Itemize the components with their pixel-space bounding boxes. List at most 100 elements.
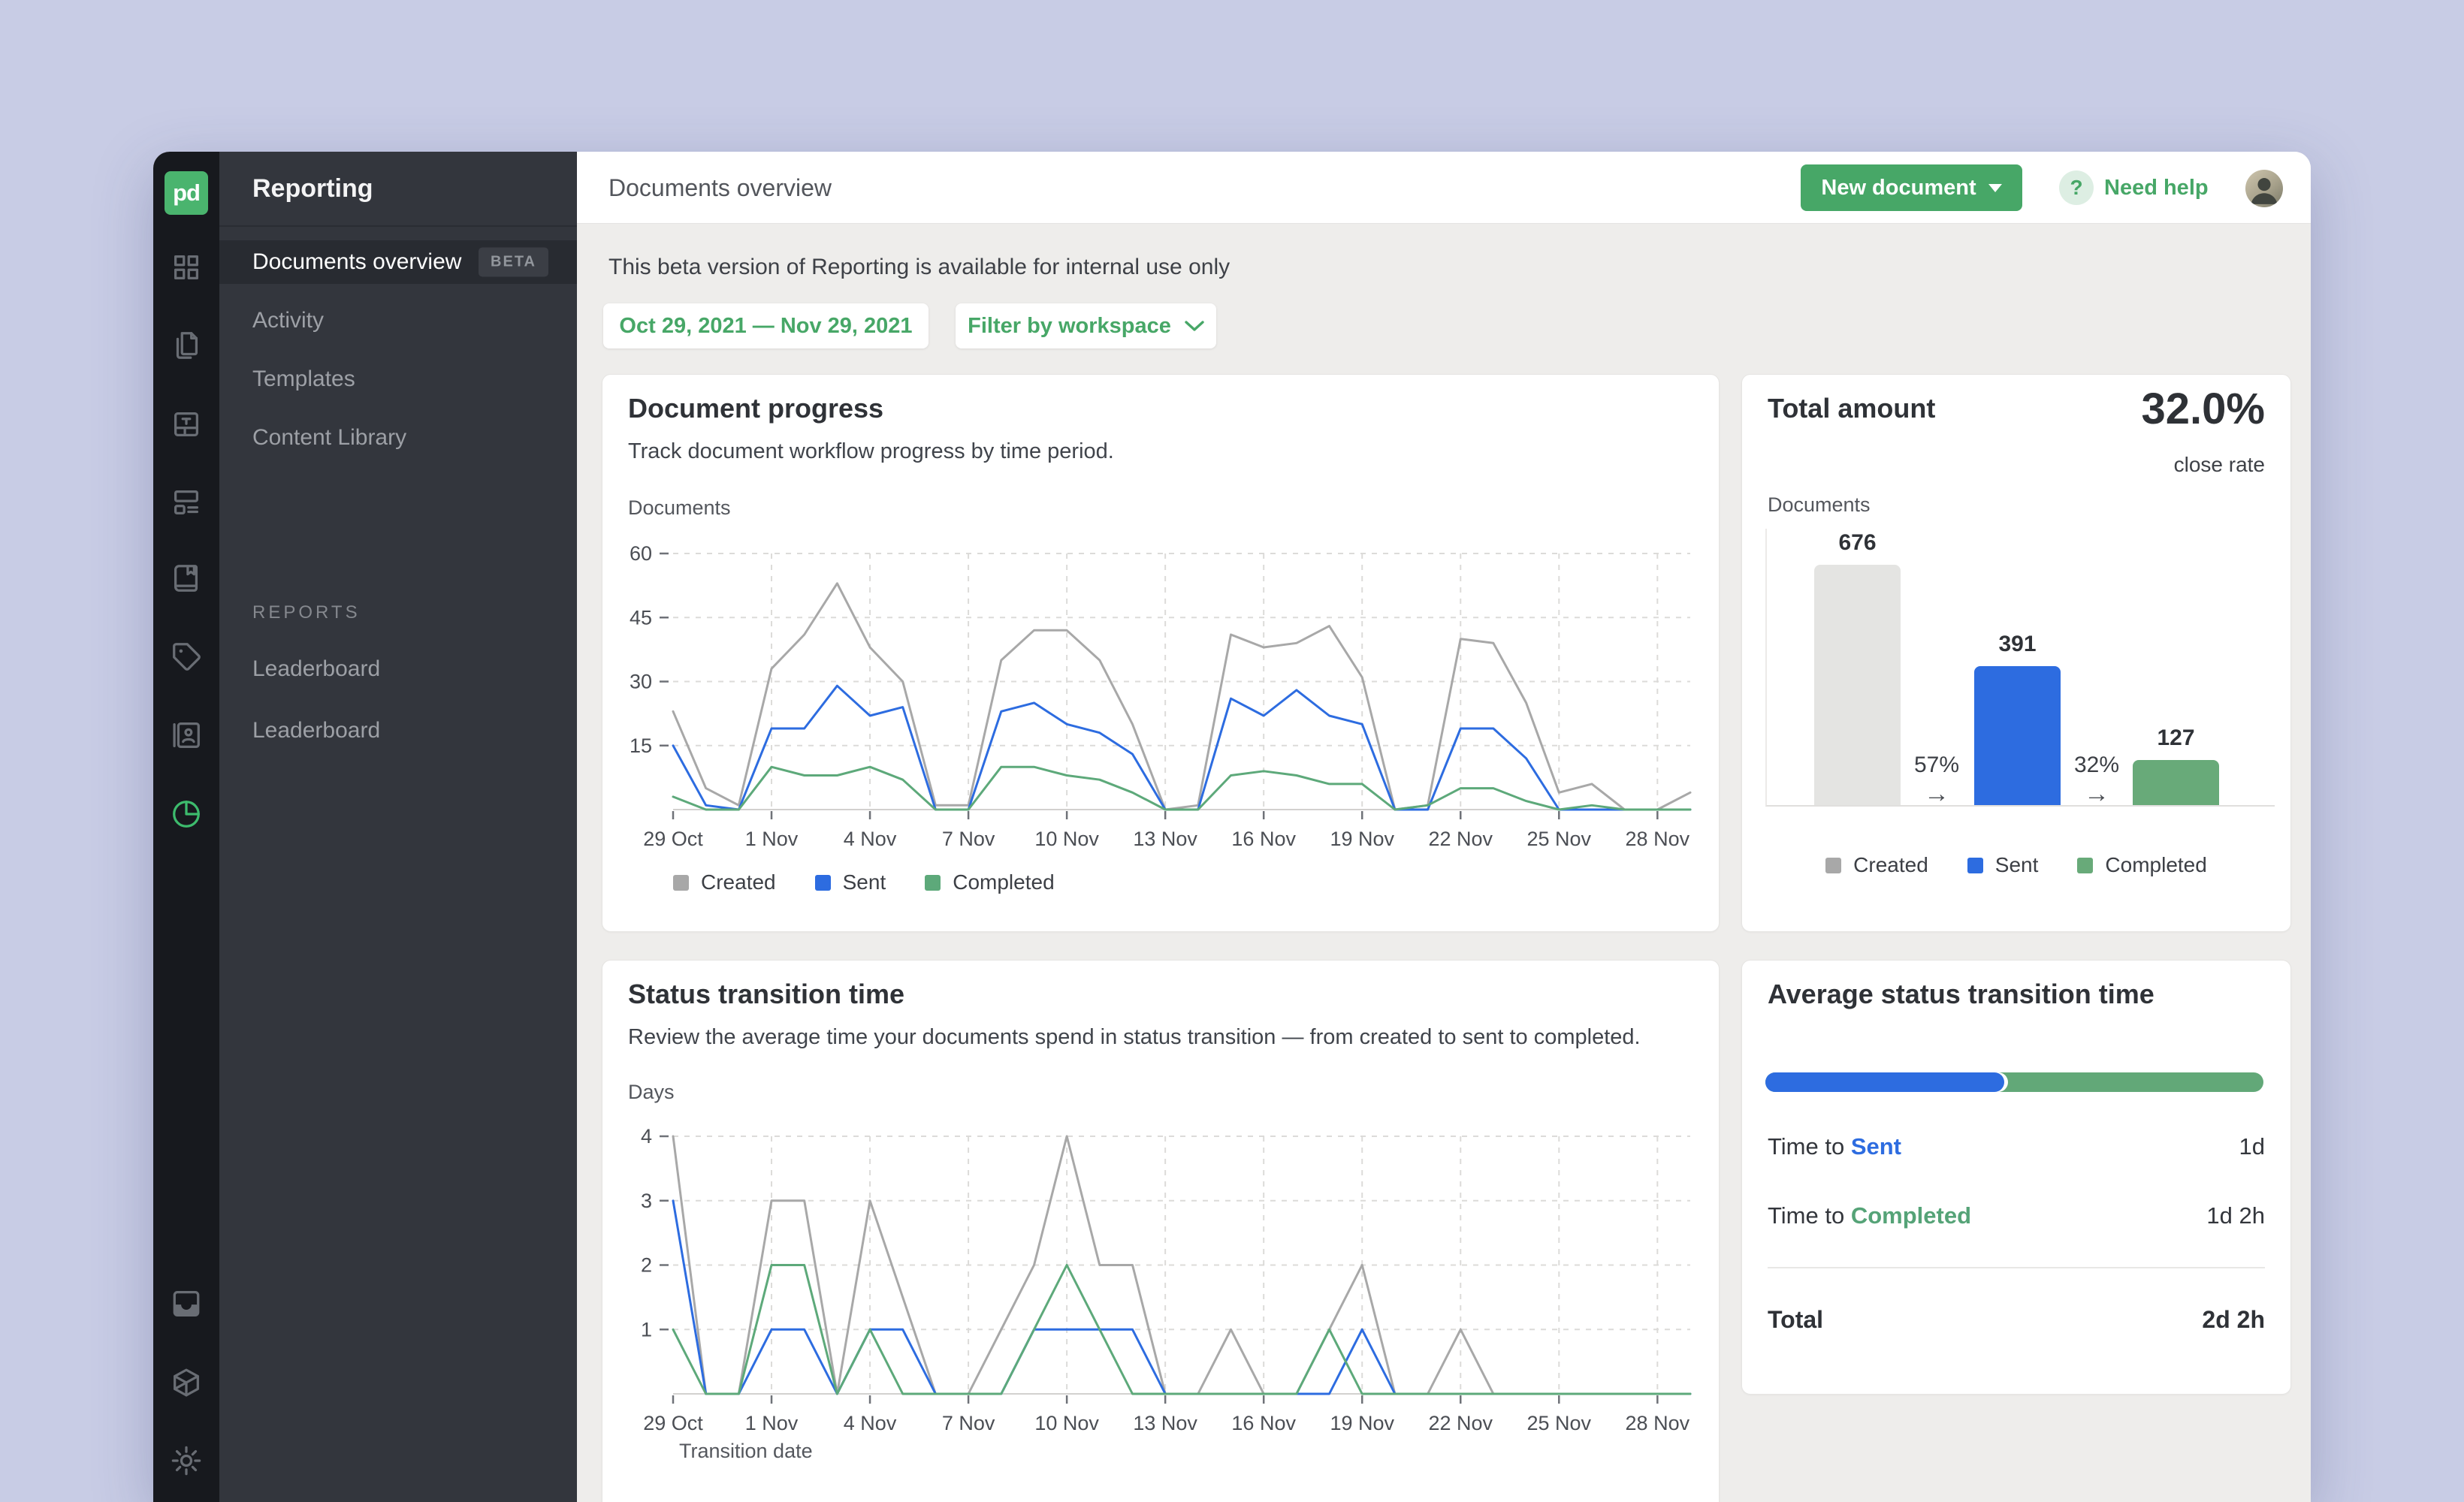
legend-label: Sent (1995, 853, 2039, 877)
legend-label: Created (1853, 853, 1928, 877)
transition-progress-bar (1765, 1072, 2263, 1092)
svg-text:19 Nov: 19 Nov (1330, 1412, 1394, 1434)
page-header: Documents overview New document ? Need h… (577, 152, 2311, 224)
status-transition-card: Status transition time Review the averag… (602, 960, 1720, 1502)
svg-text:25 Nov: 25 Nov (1527, 828, 1592, 850)
svg-text:16 Nov: 16 Nov (1231, 828, 1296, 850)
date-range-label: Oct 29, 2021 — Nov 29, 2021 (619, 314, 912, 339)
svg-text:22 Nov: 22 Nov (1428, 828, 1493, 850)
svg-text:16 Nov: 16 Nov (1231, 1412, 1296, 1434)
legend-item-completed: Completed (2077, 853, 2206, 877)
svg-text:25 Nov: 25 Nov (1527, 1412, 1592, 1434)
new-document-button[interactable]: New document (1801, 164, 2022, 211)
svg-text:4: 4 (641, 1126, 652, 1148)
reports-pie-icon[interactable] (169, 797, 204, 831)
legend-item-sent: Sent (1967, 853, 2039, 877)
contacts-icon[interactable] (169, 718, 204, 753)
sidebar-item-documents-overview[interactable]: Documents overview BETA (219, 240, 577, 284)
tag-icon[interactable] (169, 639, 204, 674)
svg-text:7 Nov: 7 Nov (942, 828, 995, 850)
svg-text:19 Nov: 19 Nov (1330, 828, 1394, 850)
svg-text:30: 30 (630, 671, 652, 693)
sent-color-chip (1967, 858, 1983, 873)
divider (1768, 1267, 2265, 1268)
pandadoc-logo[interactable]: pd (165, 171, 208, 215)
card-subtitle: Track document workflow progress by time… (628, 439, 1114, 464)
card-title: Status transition time (628, 979, 904, 1010)
settings-gear-icon[interactable] (169, 1443, 204, 1478)
status-transition-chart: 123429 Oct1 Nov4 Nov7 Nov10 Nov13 Nov16 … (602, 1126, 1720, 1446)
need-help-button[interactable]: ? Need help (2059, 152, 2209, 224)
addons-cube-icon[interactable] (169, 1365, 204, 1400)
legend-item-sent: Sent (815, 870, 886, 894)
legend-label: Created (701, 870, 776, 894)
created-color-chip (1825, 858, 1841, 873)
y-axis-unit: Days (628, 1081, 675, 1104)
x-axis-title: Transition date (679, 1440, 813, 1463)
bar-value-created: 676 (1814, 530, 1901, 556)
sidebar-item-label: Documents overview (252, 249, 461, 275)
sidebar-title: Reporting (252, 174, 373, 204)
sent-color-chip (815, 875, 831, 891)
chevron-down-icon (1185, 320, 1204, 332)
card-subtitle: Review the average time your documents s… (628, 1025, 1641, 1050)
sidebar-item-label: Leaderboard (252, 656, 380, 682)
document-progress-card: Document progress Track document workflo… (602, 374, 1720, 932)
beta-badge: BETA (479, 248, 548, 277)
svg-text:1: 1 (641, 1318, 652, 1341)
new-document-label: New document (1821, 176, 1976, 201)
svg-text:1 Nov: 1 Nov (745, 1412, 799, 1434)
catalog-icon[interactable] (169, 561, 204, 596)
sidebar-item-activity[interactable]: Activity (219, 299, 577, 342)
grid-icon[interactable] (169, 250, 204, 285)
svg-text:10 Nov: 10 Nov (1034, 1412, 1099, 1434)
sidebar-item-templates[interactable]: Templates (219, 357, 577, 401)
close-rate-label: close rate (2174, 453, 2265, 477)
created-color-chip (673, 875, 689, 891)
svg-text:13 Nov: 13 Nov (1133, 828, 1197, 850)
bar-value-completed: 127 (2133, 725, 2219, 751)
svg-text:4 Nov: 4 Nov (844, 1412, 897, 1434)
page-title: Documents overview (608, 152, 832, 224)
date-range-button[interactable]: Oct 29, 2021 — Nov 29, 2021 (603, 303, 929, 348)
sidebar-item-content-library[interactable]: Content Library (219, 416, 577, 460)
reports-section-label: REPORTS (252, 602, 361, 623)
completed-color-chip (2077, 858, 2093, 873)
card-title: Average status transition time (1768, 979, 2154, 1010)
sent-bar-segment (1765, 1072, 2004, 1092)
documents-icon[interactable] (169, 328, 204, 363)
sidebar-item-label: Leaderboard (252, 718, 380, 743)
svg-text:4 Nov: 4 Nov (844, 828, 897, 850)
completed-color-chip (925, 875, 941, 891)
sidebar-item-leaderboard-1[interactable]: Leaderboard (219, 647, 577, 691)
legend-item-created: Created (673, 870, 776, 894)
svg-text:22 Nov: 22 Nov (1428, 1412, 1493, 1434)
document-progress-chart: 1530456029 Oct1 Nov4 Nov7 Nov10 Nov13 No… (602, 543, 1720, 862)
svg-text:29 Oct: 29 Oct (643, 828, 703, 850)
close-rate-value: 32.0% (2142, 384, 2265, 434)
card-title: Total amount (1768, 393, 1935, 424)
right-arrow-icon: → (2052, 780, 2142, 809)
sidebar-header: Reporting (219, 152, 577, 227)
avatar[interactable] (2245, 170, 2283, 207)
chevron-down-icon (1988, 184, 2002, 192)
question-mark-icon: ? (2059, 170, 2094, 205)
y-axis-unit: Documents (1768, 493, 1871, 517)
sidebar-item-leaderboard-2[interactable]: Leaderboard (219, 709, 577, 753)
total-amount-card: Total amount 32.0% close rate Documents … (1741, 374, 2291, 932)
svg-text:7 Nov: 7 Nov (942, 1412, 995, 1434)
beta-notice: This beta version of Reporting is availa… (608, 255, 1230, 280)
sidebar-item-label: Content Library (252, 425, 406, 451)
time-to-completed-row: Time to Completed 1d 2h (1768, 1202, 2265, 1229)
inbox-icon[interactable] (169, 1286, 204, 1321)
svg-text:29 Oct: 29 Oct (643, 1412, 703, 1434)
svg-text:3: 3 (641, 1190, 652, 1212)
total-row: Total 2d 2h (1768, 1306, 2265, 1334)
time-to-sent-value: 1d (2239, 1133, 2265, 1160)
legend-label: Completed (2105, 853, 2206, 877)
svg-text:28 Nov: 28 Nov (1626, 828, 1690, 850)
templates-icon[interactable] (169, 407, 204, 442)
forms-icon[interactable] (169, 485, 204, 520)
funnel-bar-chart: 67639112757%→32%→ (1765, 529, 2275, 807)
workspace-filter-button[interactable]: Filter by workspace (956, 303, 1216, 348)
